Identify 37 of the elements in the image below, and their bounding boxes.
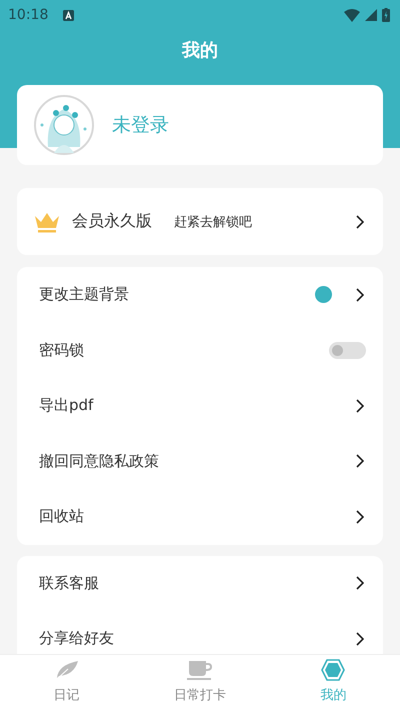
hexagon-icon bbox=[321, 659, 346, 681]
membership-card[interactable]: 会员永久版 赶紧去解锁吧 bbox=[17, 188, 383, 255]
settings-row[interactable]: 导出pdf bbox=[39, 378, 364, 434]
setting-label: 撤回同意隐私政策 bbox=[39, 452, 159, 471]
settings-row[interactable]: 撤回同意隐私政策 bbox=[39, 434, 364, 489]
chevron-icon bbox=[356, 454, 364, 468]
nav-tab[interactable]: 日记 bbox=[0, 655, 134, 711]
chevron-icon bbox=[356, 632, 364, 646]
setting-label: 更改主题背景 bbox=[39, 285, 129, 304]
settings-row[interactable]: 分享给好友 bbox=[39, 611, 364, 655]
page-title: 我的 bbox=[180, 39, 219, 62]
notification-icon bbox=[63, 10, 74, 20]
setting-label: 回收站 bbox=[39, 507, 84, 526]
settings-row[interactable]: 密码锁 bbox=[39, 322, 364, 378]
setting-label: 联系客服 bbox=[39, 574, 99, 593]
battery-icon bbox=[382, 8, 390, 22]
chevron-icon bbox=[356, 288, 364, 302]
setting-label: 导出pdf bbox=[39, 396, 94, 416]
chevron-icon bbox=[356, 214, 364, 228]
chevron-icon bbox=[356, 398, 364, 413]
wifi-icon bbox=[344, 8, 360, 22]
chevron-icon bbox=[356, 510, 364, 524]
crown-icon bbox=[34, 210, 60, 232]
login-status: 未登录 bbox=[112, 113, 169, 138]
nav-tab[interactable]: 日常打卡 bbox=[133, 655, 267, 711]
membership-subtitle: 赶紧去解锁吧 bbox=[174, 214, 252, 230]
signal-icon bbox=[365, 9, 377, 21]
setting-label: 密码锁 bbox=[39, 340, 84, 360]
settings-row[interactable]: 联系客服 bbox=[39, 556, 364, 611]
cup-icon bbox=[186, 659, 213, 681]
settings-row[interactable]: 回收站 bbox=[39, 489, 364, 544]
membership-title: 会员永久版 bbox=[72, 211, 152, 232]
toggle-switch[interactable] bbox=[329, 342, 366, 359]
settings-row[interactable]: 更改主题背景 bbox=[39, 267, 364, 322]
status-time: 10:18 bbox=[8, 7, 48, 23]
chevron-icon bbox=[356, 576, 364, 590]
setting-label: 分享给好友 bbox=[39, 629, 114, 648]
